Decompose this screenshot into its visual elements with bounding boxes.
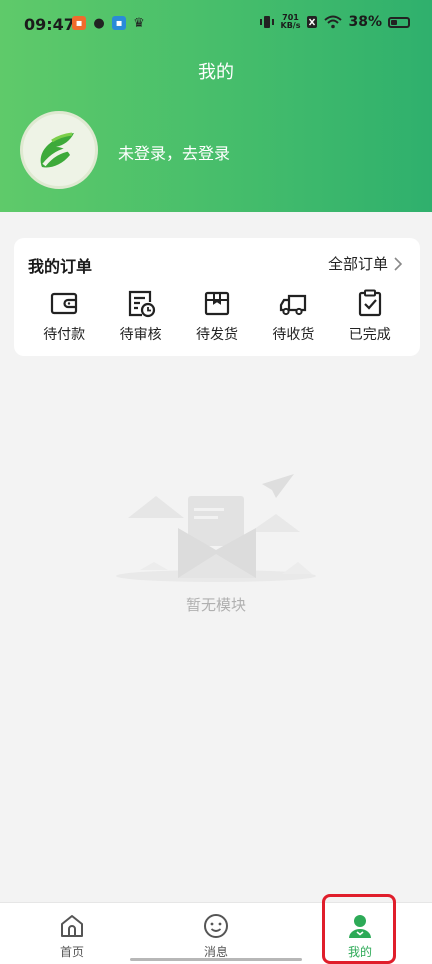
vibrate-icon xyxy=(259,16,274,28)
battery-percent: 38% xyxy=(348,14,382,30)
order-status-label: 待收货 xyxy=(272,327,315,343)
clipboard-check-icon xyxy=(358,289,381,317)
net-speed-unit: KB/s xyxy=(280,21,301,30)
order-status-pending-payment[interactable]: 待付款 xyxy=(29,288,99,344)
status-indicators: 701 KB/s 38% xyxy=(259,14,410,30)
login-link[interactable]: 未登录，去登录 xyxy=(118,140,230,164)
wifi-icon xyxy=(324,15,343,29)
all-orders-link[interactable]: 全部订单 xyxy=(328,253,402,274)
order-status-pending-shipment[interactable]: 待发货 xyxy=(182,288,252,344)
tab-home[interactable]: 首页 xyxy=(32,913,112,960)
avatar[interactable] xyxy=(20,111,98,189)
order-status-label: 待付款 xyxy=(43,327,86,343)
order-status-list: 待付款 待审核 待发货 待收货 已完成 xyxy=(14,288,420,344)
order-status-label: 待审核 xyxy=(119,327,162,343)
empty-state-text: 暂无模块 xyxy=(185,596,246,614)
no-sim-icon xyxy=(307,16,318,28)
app-notification-icon: ▪ xyxy=(72,16,86,30)
order-status-pending-review[interactable]: 待审核 xyxy=(106,288,176,344)
order-status-pending-receipt[interactable]: 待收货 xyxy=(258,288,328,344)
order-status-label: 已完成 xyxy=(348,327,391,343)
home-icon xyxy=(61,915,83,937)
wallet-icon xyxy=(51,292,78,315)
order-status-label: 待发货 xyxy=(195,327,238,343)
tab-label: 首页 xyxy=(59,945,84,959)
battery-icon xyxy=(388,16,410,28)
home-indicator[interactable] xyxy=(130,958,302,961)
page-title: 我的 xyxy=(198,62,234,83)
tab-highlight-box xyxy=(322,894,396,964)
crown-icon: ♛ xyxy=(133,15,145,31)
tv-app-icon: ▪ xyxy=(112,16,126,30)
wechat-icon: ● xyxy=(93,15,105,31)
status-app-icons: ▪ ● ▪ ♛ xyxy=(72,15,146,31)
order-section-title: 我的订单 xyxy=(28,257,93,276)
review-clock-icon xyxy=(128,290,155,318)
chevron-right-icon xyxy=(394,256,402,271)
status-time: 09:47 xyxy=(24,15,75,34)
order-status-completed[interactable]: 已完成 xyxy=(335,288,405,344)
tab-messages[interactable]: 消息 xyxy=(176,913,256,960)
all-orders-label: 全部订单 xyxy=(327,255,388,273)
net-speed: 701 KB/s xyxy=(281,14,301,30)
leaf-logo-icon xyxy=(40,132,74,168)
status-bar: 09:47 ▪ ● ▪ ♛ 701 KB/s 38% xyxy=(0,0,432,52)
package-box-icon xyxy=(204,291,230,316)
truck-icon xyxy=(280,294,307,316)
smile-icon xyxy=(204,914,228,938)
order-card: 我的订单 全部订单 待付款 待审核 待发货 待收货 已完成 xyxy=(14,238,420,356)
